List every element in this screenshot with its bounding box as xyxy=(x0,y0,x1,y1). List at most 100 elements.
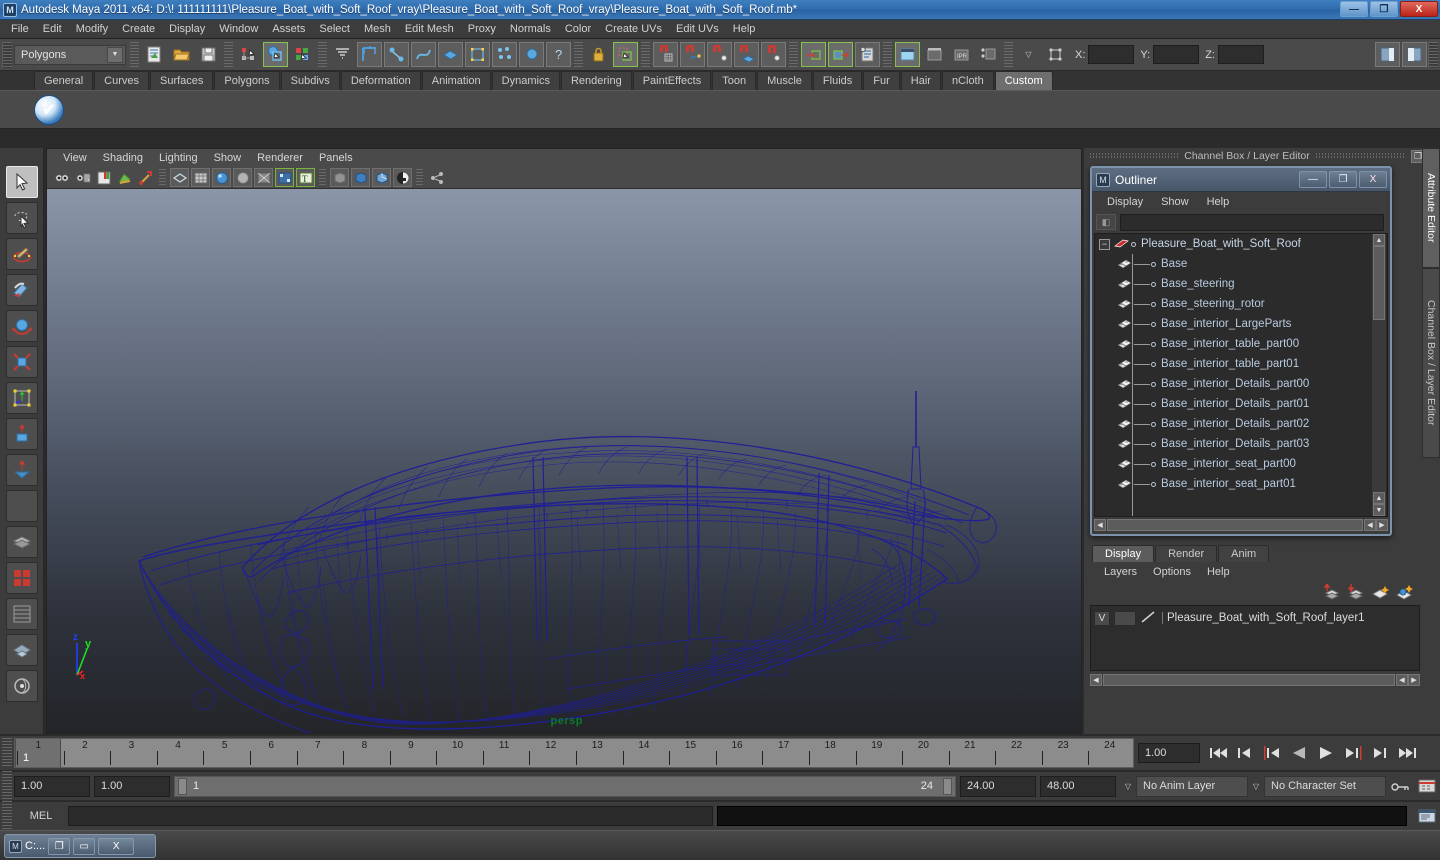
construction-history-icon[interactable] xyxy=(613,42,638,67)
go-to-start-button[interactable] xyxy=(1204,742,1231,764)
layer-color-swatch-icon[interactable] xyxy=(1140,610,1158,627)
select-tool[interactable] xyxy=(5,166,38,198)
command-line-grip[interactable] xyxy=(2,801,12,831)
select-by-object-type-icon[interactable] xyxy=(263,42,288,67)
animation-start-time-field[interactable]: 1.00 xyxy=(14,775,90,797)
shelf-tab-fluids[interactable]: Fluids xyxy=(812,71,863,90)
toolbar-grip[interactable] xyxy=(2,41,12,68)
input-output-icon[interactable] xyxy=(1043,42,1068,67)
snap-cage-icon[interactable] xyxy=(465,42,490,67)
shelf-tab-muscle[interactable]: Muscle xyxy=(757,71,812,90)
shelf-tab-ncloth[interactable]: nCloth xyxy=(941,71,994,90)
shelf-tab-fur[interactable]: Fur xyxy=(863,71,900,90)
window-titlebar[interactable]: M Autodesk Maya 2011 x64: D:\! 111111111… xyxy=(0,0,1440,20)
create-layer-from-selected-icon[interactable] xyxy=(1395,584,1414,603)
wireframe-shading-icon[interactable] xyxy=(170,168,189,187)
attribute-editor-toggle-icon[interactable] xyxy=(855,42,880,67)
scroll-right-prev-icon[interactable]: ◀ xyxy=(1364,519,1376,531)
image-plane-icon[interactable] xyxy=(115,168,134,187)
menu-display[interactable]: Display xyxy=(162,21,212,37)
open-scene-icon[interactable] xyxy=(169,42,194,67)
snap-surface-icon[interactable] xyxy=(438,42,463,67)
move-tool[interactable] xyxy=(5,274,38,306)
share-node-icon[interactable] xyxy=(427,168,446,187)
mel-label[interactable]: MEL xyxy=(14,810,68,822)
side-tab-attribute-editor[interactable]: Attribute Editor xyxy=(1422,148,1440,268)
menuset-selector[interactable]: Polygons ▼ xyxy=(14,44,126,65)
shaded-wireframe-icon[interactable] xyxy=(254,168,273,187)
magnet-surface-icon[interactable] xyxy=(734,42,759,67)
outliner-row-base[interactable]: Base xyxy=(1095,254,1387,274)
outliner-close-button[interactable]: X xyxy=(1359,171,1387,188)
layer-name[interactable]: Pleasure_Boat_with_Soft_Roof_layer1 xyxy=(1162,612,1365,624)
x-coord-field[interactable] xyxy=(1088,45,1135,64)
layer-menu-help[interactable]: Help xyxy=(1199,565,1238,579)
paint-select-tool[interactable] xyxy=(5,238,38,270)
checker-icon[interactable] xyxy=(393,168,412,187)
render-current-frame-icon[interactable] xyxy=(895,42,920,67)
lasso-select-tool[interactable] xyxy=(5,202,38,234)
viewport-menu-lighting[interactable]: Lighting xyxy=(151,151,206,165)
layer-row[interactable]: V Pleasure_Boat_with_Soft_Roof_layer1 xyxy=(1094,609,1416,627)
textured-shading-icon[interactable] xyxy=(275,168,294,187)
time-slider-grip[interactable] xyxy=(2,738,12,768)
outliner-row-base-interior-details-part03[interactable]: Base_interior_Details_part03 xyxy=(1095,434,1387,454)
irpr-render-icon[interactable] xyxy=(922,42,947,67)
show-manipulator-icon[interactable] xyxy=(801,42,826,67)
soft-modification-tool[interactable] xyxy=(5,418,38,450)
tab-render[interactable]: Render xyxy=(1155,545,1218,562)
outliner-titlebar[interactable]: M Outliner — ❐ X xyxy=(1092,168,1390,192)
taskbar-maximize-button[interactable]: ▭ xyxy=(73,837,96,855)
character-set-selector[interactable]: No Character Set xyxy=(1264,775,1386,797)
outliner-row-base-interior-details-part02[interactable]: Base_interior_Details_part02 xyxy=(1095,414,1387,434)
taskbar-window-button[interactable]: M C:... ❐ ▭ X xyxy=(4,834,156,858)
select-by-hierarchy-icon[interactable] xyxy=(236,42,261,67)
menu-window[interactable]: Window xyxy=(212,21,265,37)
select-camera-icon[interactable] xyxy=(52,168,71,187)
shelf-tab-hair[interactable]: Hair xyxy=(900,71,941,90)
outliner-row-root[interactable]: − Pleasure_Boat_with_Soft_Roof xyxy=(1095,234,1387,254)
playback-end-time-field[interactable]: 24.00 xyxy=(960,775,1036,797)
step-back-frame-button[interactable] xyxy=(1258,742,1285,764)
mel-command-input[interactable] xyxy=(68,806,713,826)
layer-hscroll-thumb[interactable] xyxy=(1103,674,1395,686)
chevron-down-icon-character-set[interactable]: ▽ xyxy=(1248,776,1264,797)
outliner-row-base-steering-rotor[interactable]: Base_steering_rotor xyxy=(1095,294,1387,314)
viewport-menu-renderer[interactable]: Renderer xyxy=(249,151,311,165)
outliner-row-base-interior-seat-part01[interactable]: Base_interior_seat_part01 xyxy=(1095,474,1387,494)
smooth-shade-all-icon[interactable] xyxy=(191,168,210,187)
magnet-view-plane-icon[interactable] xyxy=(761,42,786,67)
range-handle-left[interactable] xyxy=(178,777,187,795)
shelf-tab-deformation[interactable]: Deformation xyxy=(340,71,421,90)
save-scene-icon[interactable] xyxy=(196,42,221,67)
shaded-box-icon[interactable] xyxy=(351,168,370,187)
outliner-row-base-interior-largeparts[interactable]: Base_interior_LargeParts xyxy=(1095,314,1387,334)
hypershade-layout-tool[interactable] xyxy=(5,670,38,702)
outliner-search-input[interactable] xyxy=(1120,213,1384,231)
viewport-menu-panels[interactable]: Panels xyxy=(311,151,361,165)
rotate-tool[interactable] xyxy=(5,310,38,342)
chevron-down-icon-2[interactable]: ▽ xyxy=(1016,42,1041,67)
select-mask-icon[interactable] xyxy=(330,42,355,67)
scroll-down-icon[interactable]: ▼ xyxy=(1373,504,1385,516)
magnet-grid-icon[interactable] xyxy=(653,42,678,67)
layer-visibility-toggle[interactable]: V xyxy=(1094,610,1110,626)
outliner-minimize-button[interactable]: — xyxy=(1299,171,1327,188)
keyframe-icon[interactable] xyxy=(136,168,155,187)
anim-layer-selector[interactable]: No Anim Layer xyxy=(1136,775,1248,797)
filter-icon[interactable]: ◧ xyxy=(1096,214,1116,230)
scroll-up-icon[interactable]: ▲ xyxy=(1373,234,1385,246)
layer-menu-layers[interactable]: Layers xyxy=(1096,565,1145,579)
snap-points-cloud-icon[interactable] xyxy=(492,42,517,67)
boat-wireframe-model[interactable] xyxy=(47,189,1081,733)
layer-menu-options[interactable]: Options xyxy=(1145,565,1199,579)
taskbar-close-button[interactable]: X xyxy=(98,837,135,855)
create-empty-layer-icon[interactable] xyxy=(1371,584,1390,603)
shelf-tab-animation[interactable]: Animation xyxy=(421,71,491,90)
scale-tool[interactable] xyxy=(5,346,38,378)
outliner-tree[interactable]: − Pleasure_Boat_with_Soft_Roof Base Base… xyxy=(1094,233,1388,517)
select-by-component-type-icon[interactable] xyxy=(290,42,315,67)
new-scene-icon[interactable] xyxy=(142,42,167,67)
hide-manipulator-icon[interactable] xyxy=(828,42,853,67)
layers-tool[interactable] xyxy=(5,526,38,558)
